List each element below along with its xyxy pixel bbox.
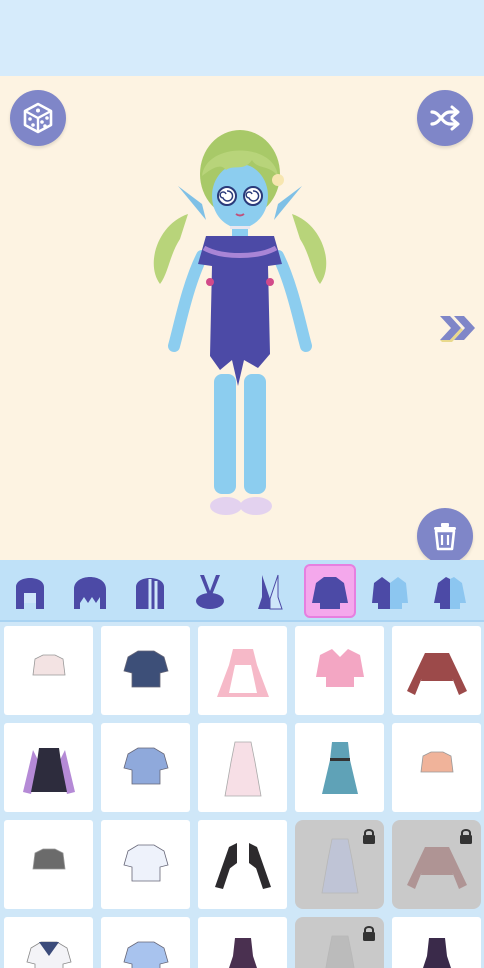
shirt-thumbnail (123, 650, 168, 687)
shuffle-button[interactable] (417, 90, 473, 146)
character-stage (0, 76, 484, 560)
tab-hair-back[interactable] (124, 564, 176, 618)
item-shirt[interactable] (101, 626, 190, 715)
item-sailor[interactable] (4, 917, 93, 968)
item-long-sleeve[interactable] (392, 626, 481, 715)
hair-bangs-icon (74, 577, 106, 609)
tab-half-ears[interactable] (244, 564, 296, 618)
hair-front-icon (16, 578, 44, 609)
item-off-shoulder[interactable] (392, 820, 481, 909)
lock-icon (363, 829, 375, 844)
random-dice-button[interactable] (10, 90, 66, 146)
trash-icon (434, 523, 456, 551)
item-bolero[interactable] (198, 820, 287, 909)
tab-half-top[interactable] (424, 564, 476, 618)
item-bow-top[interactable] (392, 723, 481, 812)
jacket-icon (372, 577, 408, 609)
item-dark-dress[interactable] (198, 917, 287, 968)
item-grid (0, 622, 484, 968)
maid-dress-thumbnail (216, 648, 269, 697)
trash-button[interactable] (417, 508, 473, 560)
half-shirt-icon (434, 577, 466, 609)
dice-icon (23, 102, 53, 134)
item-maid-dress[interactable] (198, 626, 287, 715)
lock-icon (460, 829, 472, 844)
tab-bunny-ears[interactable] (184, 564, 236, 618)
item-pinafore[interactable] (4, 723, 93, 812)
item-blouse[interactable] (101, 723, 190, 812)
tie-shirt-thumbnail (123, 844, 168, 881)
item-crop-tee[interactable] (4, 820, 93, 909)
item-halter[interactable] (295, 917, 384, 968)
item-slip-dress[interactable] (295, 820, 384, 909)
tab-hair-front[interactable] (4, 564, 56, 618)
item-tie-shirt[interactable] (101, 820, 190, 909)
crop-tee-thumbnail (32, 848, 65, 869)
item-ribbon-blouse[interactable] (101, 917, 190, 968)
item-crop-top[interactable] (4, 626, 93, 715)
crop-top-thumbnail (32, 654, 65, 675)
hair-back-icon (136, 578, 164, 609)
sweater-icon (312, 577, 348, 609)
tab-outer[interactable] (364, 564, 416, 618)
bolero-thumbnail (214, 842, 271, 889)
bunny-ears-icon (196, 575, 224, 609)
top-status-area (0, 0, 484, 76)
shuffle-icon (430, 105, 460, 131)
item-school-dress[interactable] (295, 723, 384, 812)
character-avatar[interactable] (140, 124, 340, 534)
tab-tops[interactable] (304, 564, 356, 618)
double-chevron-right-icon[interactable] (437, 314, 479, 342)
school-dress-thumbnail (321, 741, 358, 794)
item-polka-dress[interactable] (198, 723, 287, 812)
pinafore-thumbnail (22, 747, 75, 794)
bow-top-thumbnail (420, 751, 453, 772)
blouse-thumbnail (123, 747, 168, 784)
item-cardigan[interactable] (295, 626, 384, 715)
item-gothic-dress[interactable] (392, 917, 481, 968)
dark-dress-thumbnail (228, 937, 257, 968)
gothic-dress-thumbnail (422, 937, 451, 968)
cardigan-thumbnail (315, 648, 364, 687)
lock-icon (363, 926, 375, 941)
polka-dress-thumbnail (224, 741, 261, 796)
long-sleeve-thumbnail (406, 652, 467, 695)
tab-hair-bangs[interactable] (64, 564, 116, 618)
sailor-thumbnail (26, 941, 71, 968)
category-tab-bar (0, 560, 484, 622)
half-ears-icon (258, 574, 283, 610)
ribbon-blouse-thumbnail (123, 941, 168, 968)
